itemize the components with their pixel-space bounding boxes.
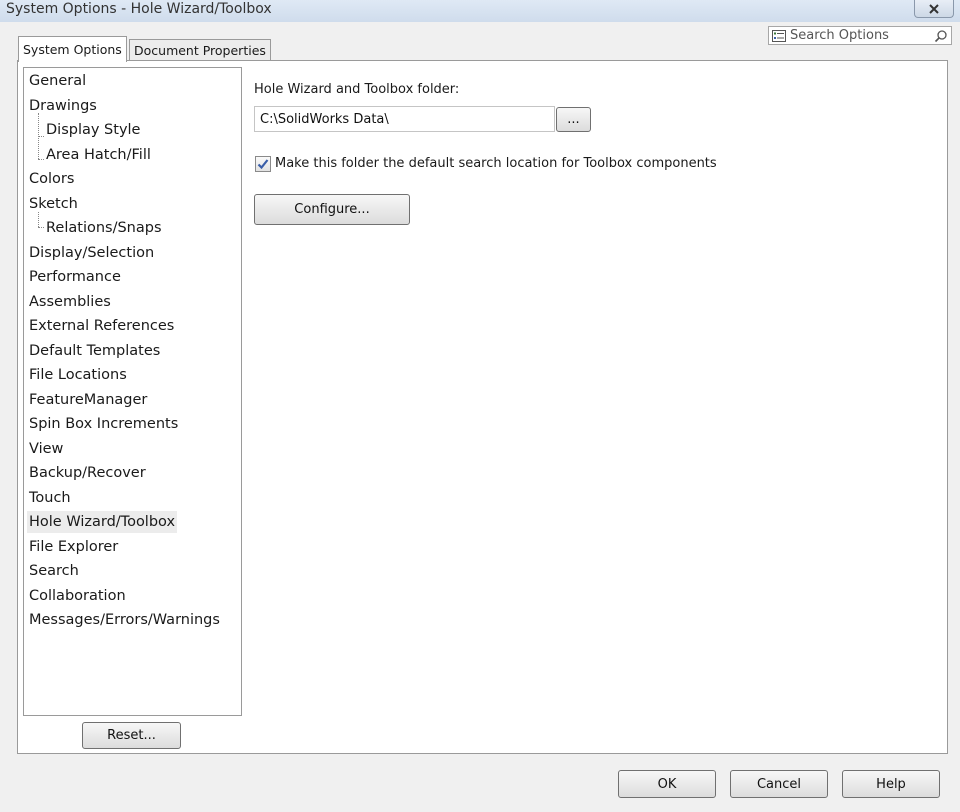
folder-label: Hole Wizard and Toolbox folder: bbox=[254, 82, 460, 97]
help-button[interactable]: Help bbox=[842, 770, 940, 798]
options-tree[interactable]: General Drawings Display Style Area Hatc… bbox=[23, 67, 242, 716]
tree-item-hole-wizard-toolbox[interactable]: Hole Wizard/Toolbox bbox=[27, 511, 178, 533]
window-title: System Options - Hole Wizard/Toolbox bbox=[6, 1, 272, 17]
tree-item-messages-errors-warnings[interactable]: Messages/Errors/Warnings bbox=[27, 609, 222, 631]
tree-item-view[interactable]: View bbox=[27, 438, 65, 460]
options-panel: General Drawings Display Style Area Hatc… bbox=[17, 60, 948, 754]
ok-button[interactable]: OK bbox=[618, 770, 716, 798]
system-options-dialog: System Options - Hole Wizard/Toolbox Sys… bbox=[0, 0, 960, 812]
tree-item-general[interactable]: General bbox=[27, 70, 88, 92]
tree-item-colors[interactable]: Colors bbox=[27, 168, 76, 190]
browse-button[interactable]: ... bbox=[556, 107, 591, 132]
tab-system-options[interactable]: System Options bbox=[18, 36, 127, 62]
search-options-box[interactable] bbox=[768, 26, 952, 45]
tree-item-assemblies[interactable]: Assemblies bbox=[27, 291, 113, 313]
reset-button[interactable]: Reset... bbox=[82, 722, 181, 749]
search-icon[interactable] bbox=[934, 29, 948, 43]
tree-item-search[interactable]: Search bbox=[27, 560, 81, 582]
tree-item-performance[interactable]: Performance bbox=[27, 266, 123, 288]
tree-item-featuremanager[interactable]: FeatureManager bbox=[27, 389, 149, 411]
tree-item-default-templates[interactable]: Default Templates bbox=[27, 340, 162, 362]
configure-button[interactable]: Configure... bbox=[254, 194, 410, 225]
toolbox-folder-input[interactable] bbox=[254, 106, 555, 132]
tree-item-touch[interactable]: Touch bbox=[27, 487, 73, 509]
tree-item-sketch[interactable]: Sketch bbox=[27, 193, 80, 215]
tree-item-relations-snaps[interactable]: Relations/Snaps bbox=[44, 217, 164, 239]
default-search-label[interactable]: Make this folder the default search loca… bbox=[275, 156, 717, 171]
tree-item-backup-recover[interactable]: Backup/Recover bbox=[27, 462, 148, 484]
close-icon bbox=[929, 3, 939, 14]
close-button[interactable] bbox=[914, 0, 954, 18]
tree-item-external-references[interactable]: External References bbox=[27, 315, 176, 337]
tree-item-file-locations[interactable]: File Locations bbox=[27, 364, 129, 386]
tree-item-area-hatch-fill[interactable]: Area Hatch/Fill bbox=[44, 144, 153, 166]
search-input[interactable] bbox=[790, 28, 930, 43]
tree-item-drawings[interactable]: Drawings bbox=[27, 95, 99, 117]
tree-item-display-style[interactable]: Display Style bbox=[44, 119, 142, 141]
tree-item-collaboration[interactable]: Collaboration bbox=[27, 585, 128, 607]
tree-item-spin-box-increments[interactable]: Spin Box Increments bbox=[27, 413, 180, 435]
tab-document-properties[interactable]: Document Properties bbox=[129, 39, 271, 61]
cancel-button[interactable]: Cancel bbox=[730, 770, 828, 798]
default-search-checkbox[interactable] bbox=[255, 156, 271, 172]
title-bar[interactable]: System Options - Hole Wizard/Toolbox bbox=[0, 0, 960, 22]
checkmark-icon bbox=[257, 159, 269, 170]
tree-item-display-selection[interactable]: Display/Selection bbox=[27, 242, 156, 264]
options-list-icon bbox=[772, 29, 786, 42]
tree-item-file-explorer[interactable]: File Explorer bbox=[27, 536, 120, 558]
